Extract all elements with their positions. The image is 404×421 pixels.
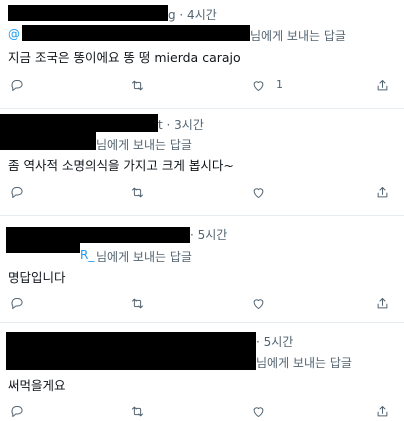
retweet-icon [131, 406, 143, 416]
retweet-button[interactable] [127, 293, 147, 313]
share-button[interactable] [372, 182, 392, 202]
redacted-avatar-area [6, 239, 80, 253]
retweet-icon [131, 298, 143, 308]
reply-item-1[interactable]: g · 4시간 @ 님에게 보내는 답글 지금 조국은 똥이에요 똥 떵 mie… [0, 0, 404, 109]
reply-handle-tail[interactable]: R_ [80, 248, 94, 262]
tweet-timestamp[interactable]: g · 4시간 [168, 6, 217, 23]
share-icon [377, 186, 387, 197]
like-count: 1 [276, 78, 283, 91]
like-icon [253, 406, 263, 417]
tweet-timestamp[interactable]: t · 3시간 [158, 116, 204, 133]
reply-icon [10, 297, 23, 309]
like-button[interactable] [248, 401, 268, 421]
tweet-timestamp[interactable]: · 5시간 [190, 226, 227, 243]
reply-button[interactable] [6, 293, 26, 313]
replying-to-label: 님에게 보내는 답글 [256, 356, 352, 370]
redacted-avatar-area [0, 130, 96, 150]
redacted-username [6, 332, 256, 348]
share-button[interactable] [372, 75, 392, 95]
replying-to-label: 님에게 보내는 답글 [96, 250, 192, 264]
retweet-icon [131, 80, 143, 90]
reply-text: 명답입니다 [8, 270, 66, 285]
retweet-button[interactable] [127, 182, 147, 202]
reply-icon [10, 186, 23, 198]
reply-item-4[interactable]: · 5시간 님에게 보내는 답글 써먹을게요 [0, 322, 404, 417]
retweet-button[interactable] [127, 75, 147, 95]
reply-text: 좀 역사적 소명의식을 가지고 크게 봅시다~ [8, 158, 234, 173]
reply-item-3[interactable]: · 5시간 R_ 님에게 보내는 답글 명답입니다 [0, 215, 404, 323]
reply-icon [10, 405, 23, 417]
replying-to-label: 님에게 보내는 답글 [250, 29, 346, 43]
retweet-icon [131, 187, 143, 197]
reply-handle-prefix[interactable]: @ [8, 27, 20, 41]
retweet-button[interactable] [127, 401, 147, 421]
reply-button[interactable] [6, 75, 26, 95]
share-button[interactable] [372, 293, 392, 313]
like-icon [253, 80, 263, 91]
like-icon [253, 298, 263, 309]
redacted-username [8, 5, 168, 21]
reply-button[interactable] [6, 401, 26, 421]
reply-button[interactable] [6, 182, 26, 202]
replying-to-label: 님에게 보내는 답글 [96, 138, 192, 152]
like-button[interactable] [248, 293, 268, 313]
share-icon [377, 297, 387, 308]
redacted-reply-handle [6, 348, 256, 370]
action-bar [0, 401, 404, 421]
share-button[interactable] [372, 401, 392, 421]
redacted-reply-handle [22, 25, 250, 41]
share-icon [377, 405, 387, 416]
reply-text: 지금 조국은 똥이에요 똥 떵 mierda carajo [8, 50, 241, 65]
like-button[interactable] [248, 75, 268, 95]
share-icon [377, 79, 387, 90]
tweet-timestamp[interactable]: · 5시간 [256, 333, 293, 350]
reply-text: 써먹을게요 [8, 378, 66, 393]
action-bar [0, 182, 404, 202]
action-bar [0, 293, 404, 313]
reply-item-2[interactable]: t · 3시간 님에게 보내는 답글 좀 역사적 소명의식을 가지고 크게 봅시… [0, 108, 404, 216]
like-button[interactable] [248, 182, 268, 202]
action-bar: 1 [0, 75, 404, 95]
like-icon [253, 187, 263, 198]
reply-icon [10, 79, 23, 91]
